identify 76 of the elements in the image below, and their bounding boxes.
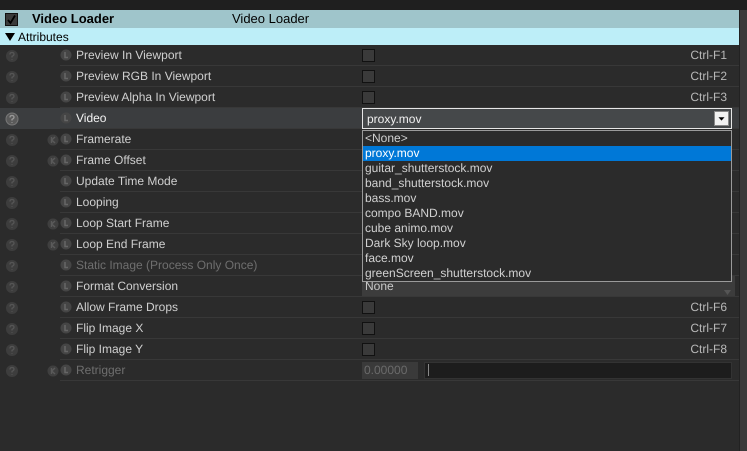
- scrollbar[interactable]: [739, 10, 747, 451]
- lock-icon[interactable]: [60, 238, 72, 250]
- lock-icon[interactable]: [60, 301, 72, 313]
- checkbox[interactable]: [362, 90, 375, 104]
- attribute-label: Retrigger: [76, 362, 126, 379]
- expand-triangle-icon[interactable]: [5, 32, 15, 40]
- attribute-label: Video: [76, 110, 108, 127]
- help-icon[interactable]: [5, 154, 19, 168]
- enable-checkbox[interactable]: [5, 12, 18, 26]
- help-icon[interactable]: [5, 216, 19, 230]
- shortcut-label: Ctrl-F3: [690, 89, 727, 106]
- lock-icon[interactable]: [60, 175, 72, 187]
- keyframe-icon[interactable]: [47, 238, 59, 250]
- checkbox[interactable]: [362, 342, 375, 356]
- lock-icon[interactable]: [60, 70, 72, 82]
- help-icon[interactable]: [5, 196, 19, 210]
- attributes-section[interactable]: Attributes: [0, 28, 739, 45]
- node-type: Video Loader: [232, 10, 310, 28]
- checkbox[interactable]: [362, 300, 375, 314]
- menu-item[interactable]: face.mov: [363, 251, 731, 266]
- lock-icon[interactable]: [60, 91, 72, 103]
- keyframe-icon[interactable]: [47, 154, 59, 166]
- keyframe-icon[interactable]: [47, 218, 59, 230]
- shortcut-label: Ctrl-F1: [690, 47, 727, 64]
- checkbox[interactable]: [362, 70, 375, 82]
- checkbox[interactable]: [362, 48, 375, 62]
- attribute-label: Allow Frame Drops: [76, 299, 180, 316]
- node-title: Video Loader: [32, 10, 116, 28]
- menu-item[interactable]: guitar_shutterstock.mov: [363, 161, 731, 176]
- attribute-label: Looping: [76, 194, 120, 211]
- attribute-label: Flip Image X: [76, 320, 144, 337]
- attribute-label: Format Conversion: [76, 278, 180, 295]
- lock-icon[interactable]: [60, 280, 72, 292]
- menu-item[interactable]: bass.mov: [363, 191, 731, 206]
- lock-icon[interactable]: [60, 217, 72, 229]
- help-icon[interactable]: [5, 132, 19, 146]
- attribute-label: Static Image (Process Only Once): [76, 257, 258, 274]
- attribute-label: Loop End Frame: [76, 236, 166, 253]
- shortcut-label: Ctrl-F8: [690, 341, 727, 358]
- checkbox[interactable]: [362, 322, 375, 334]
- lock-icon[interactable]: [60, 154, 72, 166]
- lock-icon[interactable]: [60, 322, 72, 334]
- menu-item[interactable]: proxy.mov: [363, 146, 731, 161]
- attribute-label: Preview Alpha In Viewport: [76, 89, 216, 106]
- menu-item[interactable]: compo BAND.mov: [363, 206, 731, 221]
- menu-item[interactable]: Dark Sky loop.mov: [363, 236, 731, 251]
- attribute-label: Preview In Viewport: [76, 47, 183, 64]
- keyframe-icon[interactable]: [47, 134, 59, 146]
- help-icon[interactable]: [5, 90, 19, 104]
- menu-item[interactable]: cube animo.mov: [363, 221, 731, 236]
- menu-item[interactable]: <None>: [363, 131, 731, 146]
- attribute-label: Update Time Mode: [76, 173, 178, 190]
- lock-icon[interactable]: [60, 49, 72, 61]
- menu-item[interactable]: band_shutterstock.mov: [363, 176, 731, 191]
- attribute-label: Flip Image Y: [76, 341, 144, 358]
- attribute-label: Frame Offset: [76, 152, 147, 169]
- help-icon[interactable]: [5, 280, 19, 294]
- shortcut-label: Ctrl-F7: [690, 320, 727, 337]
- shortcut-label: Ctrl-F6: [690, 299, 727, 316]
- help-icon[interactable]: [5, 70, 19, 84]
- lock-icon[interactable]: [60, 343, 72, 355]
- lock-icon[interactable]: [60, 133, 72, 145]
- help-icon[interactable]: [5, 300, 19, 314]
- help-icon[interactable]: [5, 342, 19, 356]
- help-icon[interactable]: [5, 238, 19, 252]
- help-icon[interactable]: [5, 48, 19, 62]
- attribute-label: Preview RGB In Viewport: [76, 68, 212, 85]
- lock-icon[interactable]: [60, 196, 72, 208]
- help-icon[interactable]: [5, 322, 19, 336]
- lock-icon[interactable]: [60, 112, 72, 124]
- attribute-label: Loop Start Frame: [76, 215, 170, 232]
- video-dropdown[interactable]: proxy.mov: [362, 108, 732, 129]
- shortcut-label: Ctrl-F2: [690, 68, 727, 85]
- help-icon[interactable]: [5, 112, 19, 126]
- attribute-label: Framerate: [76, 131, 132, 148]
- help-icon[interactable]: [5, 174, 19, 188]
